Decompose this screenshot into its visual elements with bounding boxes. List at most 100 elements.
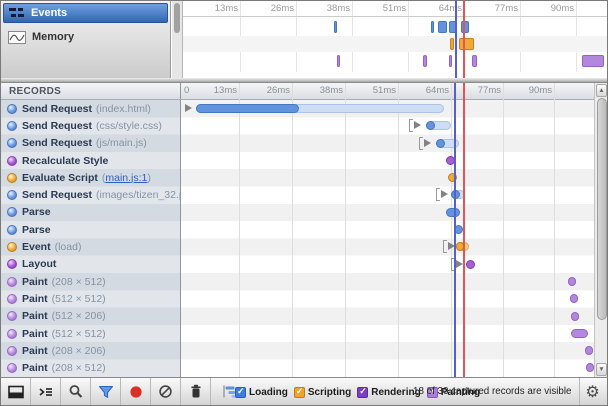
expand-arrow-icon[interactable] (448, 242, 455, 250)
records-scrollbar-thumb[interactable] (597, 98, 607, 320)
timeline-bar[interactable] (585, 346, 593, 355)
timeline-bar[interactable] (466, 260, 475, 269)
timeline-bar[interactable] (456, 242, 469, 251)
record-label-cell: Paint(208 × 512) (1, 359, 181, 376)
record-row[interactable]: Paint(208 × 512) (1, 359, 594, 376)
timeline-bar[interactable] (454, 225, 463, 234)
checkmark-icon: ✓ (359, 386, 367, 397)
record-row[interactable]: Send Request(css/style.css) (1, 117, 594, 134)
record-row[interactable]: Send Request(images/tizen_32.png) (1, 186, 594, 203)
record-link[interactable]: main.js:1 (105, 172, 147, 184)
timeline-bar-solid (426, 121, 435, 130)
filter-checkbox-loading[interactable]: ✓ Loading (235, 387, 288, 398)
overview-event-mark[interactable] (423, 55, 427, 67)
record-button[interactable] (121, 378, 151, 405)
expand-arrow-icon[interactable] (441, 190, 448, 198)
timeline-bar[interactable] (571, 312, 579, 321)
record-row[interactable]: Paint(208 × 206) (1, 342, 594, 359)
record-row[interactable]: Recalculate Style (1, 152, 594, 169)
dock-to-bottom-button[interactable] (1, 378, 31, 405)
record-row[interactable]: Paint(512 × 512) (1, 290, 594, 307)
overview-event-mark[interactable] (582, 55, 604, 67)
record-label-cell: Paint(512 × 512) (1, 325, 181, 342)
record-row[interactable]: Evaluate Script(main.js:1) (1, 169, 594, 186)
overview-event-mark[interactable] (334, 21, 337, 33)
filter-checkbox-scripting[interactable]: ✓Scripting (294, 387, 351, 398)
painting-record-icon (7, 329, 17, 339)
overview-event-mark[interactable] (431, 21, 434, 33)
painting-record-icon (7, 277, 17, 287)
expand-arrow-icon[interactable] (414, 121, 421, 129)
scroll-up-button[interactable]: ▲ (596, 84, 607, 97)
painting-record-icon (7, 311, 17, 321)
timeline-bar[interactable] (196, 104, 444, 113)
record-title: Parse (22, 224, 51, 236)
garbage-collect-button[interactable] (181, 378, 211, 405)
expand-arrow-icon[interactable] (424, 139, 431, 147)
filter-button[interactable] (91, 378, 121, 405)
record-graph-cell (181, 204, 594, 221)
record-graph-cell (181, 325, 594, 342)
timeline-bar[interactable] (571, 329, 588, 338)
scripting-record-icon (7, 242, 17, 252)
overview-event-mark[interactable] (337, 55, 340, 67)
ruler-tick-label: 51ms (383, 3, 406, 14)
overview-scrollbar[interactable] (172, 1, 183, 78)
records-header-title: RECORDS (1, 83, 181, 99)
overview-event-mark[interactable] (449, 55, 452, 67)
record-label-cell: Send Request(js/main.js) (1, 135, 181, 152)
overview-scrollbar-thumb[interactable] (174, 3, 180, 33)
record-graph-cell (181, 169, 594, 186)
timeline-bar[interactable] (568, 277, 576, 286)
tab-events[interactable]: Events (3, 3, 168, 23)
record-row[interactable]: Parse (1, 221, 594, 238)
records-scrollbar[interactable]: ▲ ▼ (594, 83, 607, 377)
record-detail: (images/tizen_32.png) (96, 189, 181, 201)
timeline-bar-solid (196, 104, 299, 113)
timeline-bar[interactable] (446, 156, 455, 165)
overview-event-mark[interactable] (438, 21, 447, 33)
timeline-bar[interactable] (446, 208, 460, 217)
record-row[interactable]: Send Request(js/main.js) (1, 135, 594, 152)
children-bracket (419, 137, 423, 150)
loading-record-icon (7, 104, 17, 114)
record-title: Layout (22, 258, 56, 270)
timeline-bar[interactable] (448, 173, 457, 182)
ruler-tick-label: 26ms (271, 3, 294, 14)
record-row[interactable]: Paint(512 × 206) (1, 308, 594, 325)
record-row[interactable]: Event(load) (1, 238, 594, 255)
overview-event-mark[interactable] (459, 38, 474, 50)
search-button[interactable] (61, 378, 91, 405)
overview-event-mark[interactable] (472, 55, 477, 67)
checkmark-icon: ✓ (237, 386, 245, 397)
filter-checkbox-rendering[interactable]: ✓Rendering (357, 387, 420, 398)
settings-button[interactable]: ⚙ (579, 378, 605, 406)
expand-arrow-icon[interactable] (456, 260, 463, 268)
overview-pane: Events Memory 13ms26ms38ms51ms64ms77ms90… (1, 1, 607, 78)
timeline-bar[interactable] (586, 363, 594, 372)
timeline-bar[interactable] (426, 121, 451, 130)
record-row[interactable]: Paint(512 × 512) (1, 325, 594, 342)
record-row[interactable]: Parse (1, 204, 594, 221)
timeline-bar[interactable] (436, 139, 459, 148)
timeline-bar[interactable] (451, 190, 465, 199)
record-row[interactable]: Paint(208 × 512) (1, 273, 594, 290)
timeline-bar[interactable] (570, 294, 578, 303)
record-title: Event (22, 241, 51, 253)
record-row[interactable]: Send Request(index.html) (1, 100, 594, 117)
record-label-cell: Send Request(css/style.css) (1, 117, 181, 134)
record-row[interactable]: Layout (1, 256, 594, 273)
clear-button[interactable] (151, 378, 181, 405)
checkbox-label: Loading (249, 387, 288, 398)
record-label-cell: Send Request(index.html) (1, 100, 181, 117)
record-detail: (512 × 512) (52, 328, 106, 340)
ruler-tick-label: 13ms (215, 3, 238, 14)
record-detail: (512 × 206) (52, 310, 106, 322)
expand-arrow-icon[interactable] (185, 104, 192, 112)
scroll-down-button[interactable]: ▼ (596, 363, 607, 376)
console-drawer-button[interactable] (31, 378, 61, 405)
overview-event-mark[interactable] (450, 38, 454, 50)
records-ruler: 013ms26ms38ms51ms64ms77ms90ms (181, 83, 594, 99)
tab-memory[interactable]: Memory (3, 25, 168, 49)
children-bracket (451, 258, 455, 271)
